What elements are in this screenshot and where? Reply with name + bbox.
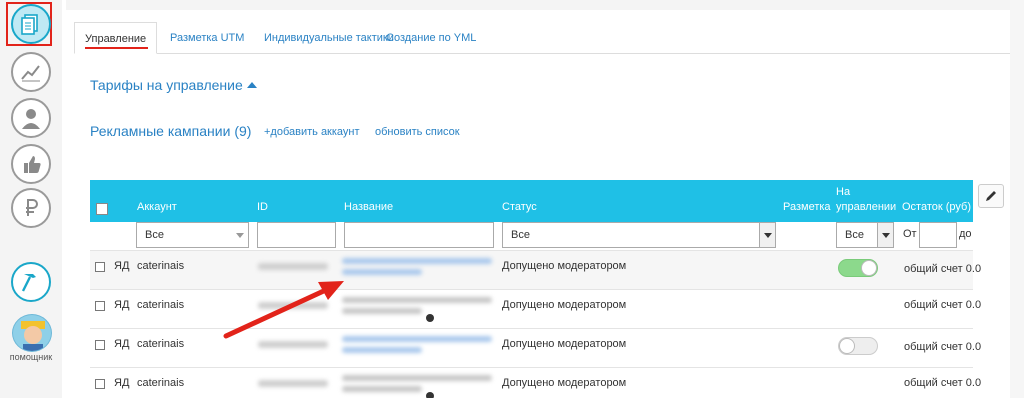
row-remainder: общий счет 0.0: [904, 263, 982, 275]
row-id-redacted: [258, 299, 328, 311]
main-content: Управление Разметка UTM Индивидуальные т…: [66, 0, 1024, 398]
pencil-icon: [986, 191, 996, 201]
row-source: ЯД: [114, 299, 130, 311]
row-name-redacted[interactable]: [342, 375, 492, 398]
table-row[interactable]: ЯД caterinais Допущено модератором общий…: [90, 289, 981, 328]
tab-bar: Управление Разметка UTM Индивидуальные т…: [74, 22, 1024, 54]
chevron-down-icon: [877, 223, 893, 247]
header-status[interactable]: Статус: [502, 201, 537, 213]
row-id-redacted: [258, 260, 328, 272]
account-filter-value: Все: [145, 229, 164, 241]
ruble-icon[interactable]: [11, 188, 51, 228]
header-remainder[interactable]: Остаток (руб): [902, 201, 971, 213]
row-remainder: общий счет 0.0: [904, 377, 982, 389]
header-managed-line1[interactable]: На: [836, 186, 850, 198]
tab-tactics[interactable]: Индивидуальные тактики: [264, 22, 394, 54]
row-checkbox[interactable]: [95, 340, 105, 350]
table-row[interactable]: ЯД caterinais Допущено модератором общий…: [90, 367, 981, 398]
row-id-redacted: [258, 338, 328, 350]
row-account: caterinais: [137, 299, 185, 311]
table-row[interactable]: ЯД caterinais Допущено модератором общий…: [90, 328, 981, 367]
remainder-to-label: до: [959, 228, 972, 240]
toggle-knob: [861, 260, 877, 276]
refresh-list-link[interactable]: обновить список: [375, 126, 460, 138]
remainder-from-label: От: [903, 228, 917, 240]
edit-columns-button[interactable]: [978, 184, 1004, 208]
row-status: Допущено модератором: [502, 260, 627, 272]
row-checkbox[interactable]: [95, 379, 105, 389]
table-row[interactable]: ЯД caterinais Допущено модератором общий…: [90, 250, 981, 289]
managed-filter-select[interactable]: Все: [836, 222, 894, 248]
row-status: Допущено модератором: [502, 299, 627, 311]
row-name-link-redacted[interactable]: [342, 336, 492, 362]
hammer-icon[interactable]: [11, 262, 51, 302]
toggle-knob: [839, 338, 855, 354]
tab-yml[interactable]: Создание по YML: [386, 22, 476, 54]
account-filter-select[interactable]: Все: [136, 222, 249, 248]
row-remainder: общий счет 0.0: [904, 341, 982, 353]
row-status: Допущено модератором: [502, 377, 627, 389]
scrollbar[interactable]: [1010, 0, 1024, 398]
row-checkbox[interactable]: [95, 301, 105, 311]
helper-avatar[interactable]: [12, 314, 52, 352]
documents-icon[interactable]: [11, 4, 51, 44]
tab-utm[interactable]: Разметка UTM: [170, 22, 244, 54]
header-id[interactable]: ID: [257, 201, 268, 213]
eye-icon[interactable]: [426, 314, 434, 322]
caret-up-icon: [246, 82, 257, 88]
remainder-from-input[interactable]: [919, 222, 957, 248]
header-account[interactable]: Аккаунт: [137, 201, 177, 213]
left-sidebar: помощник: [0, 0, 62, 398]
row-account: caterinais: [137, 260, 185, 272]
header-name[interactable]: Название: [344, 201, 393, 213]
managed-filter-value: Все: [845, 229, 864, 241]
row-source: ЯД: [114, 338, 130, 350]
row-name-link-redacted[interactable]: [342, 258, 492, 284]
row-id-redacted: [258, 377, 328, 389]
status-filter-value: Все: [511, 229, 530, 241]
name-filter-input[interactable]: [344, 222, 494, 248]
row-status: Допущено модератором: [502, 338, 627, 350]
tab-management[interactable]: Управление: [74, 22, 158, 54]
id-filter-input[interactable]: [257, 222, 336, 248]
chart-line-icon[interactable]: [11, 52, 51, 92]
campaigns-title: Рекламные кампании (9): [90, 123, 252, 139]
row-remainder: общий счет 0.0: [904, 299, 982, 311]
active-tab-underline: [85, 47, 149, 49]
header-managed-line2[interactable]: управлении: [836, 201, 896, 213]
table-header: Аккаунт ID Название Статус Разметка На у…: [90, 180, 973, 222]
row-name-redacted[interactable]: [342, 297, 492, 323]
row-account: caterinais: [137, 338, 185, 350]
top-strip: [66, 0, 1024, 10]
status-filter-select[interactable]: Все: [502, 222, 776, 248]
helper-label: помощник: [9, 352, 53, 362]
add-account-link[interactable]: +добавить аккаунт: [264, 126, 360, 138]
eye-icon[interactable]: [426, 392, 434, 398]
row-source: ЯД: [114, 377, 130, 389]
filter-row: Все Все Все От до: [90, 222, 973, 250]
managed-toggle[interactable]: [838, 259, 878, 277]
header-markup[interactable]: Разметка: [783, 201, 831, 213]
tab-management-label: Управление: [85, 33, 147, 45]
row-source: ЯД: [114, 260, 130, 272]
row-checkbox[interactable]: [95, 262, 105, 272]
user-icon[interactable]: [11, 98, 51, 138]
managed-toggle[interactable]: [838, 337, 878, 355]
thumbs-up-icon[interactable]: [11, 144, 51, 184]
row-account: caterinais: [137, 377, 185, 389]
chevron-down-icon: [759, 223, 775, 247]
tariffs-toggle[interactable]: Тарифы на управление: [90, 77, 257, 93]
chevron-down-icon: [232, 223, 248, 247]
select-all-checkbox[interactable]: [96, 203, 108, 215]
tariffs-title: Тарифы на управление: [90, 77, 243, 93]
